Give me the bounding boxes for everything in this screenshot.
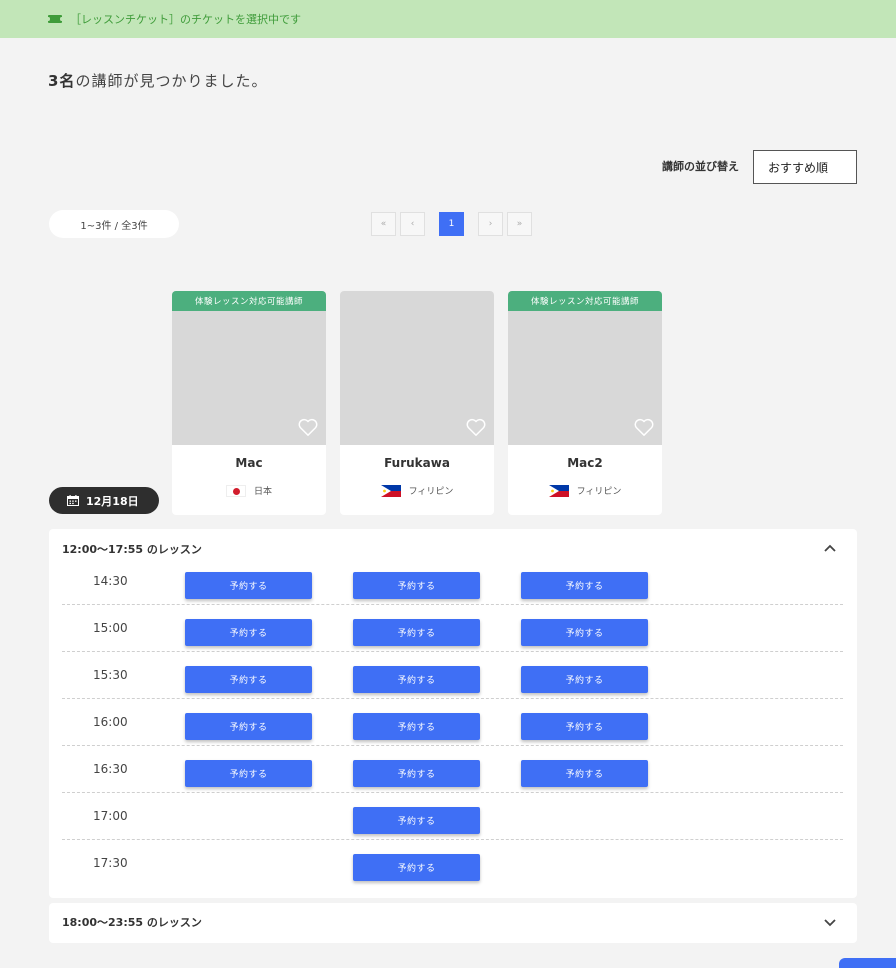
panel-title[interactable]: 18:00～23:55 のレッスン [62, 914, 202, 930]
result-count: 3名 [48, 72, 76, 90]
heart-icon[interactable] [633, 417, 655, 437]
sort-select[interactable]: おすすめ順 [753, 150, 857, 184]
heart-icon[interactable] [465, 417, 487, 437]
sort-label: 講師の並び替え [662, 160, 739, 173]
panel-title[interactable]: 12:00～17:55 のレッスン [62, 541, 202, 557]
slot-time: 17:30 [93, 856, 128, 870]
time-slot-row: 15:30 予約する 予約する 予約する [62, 652, 843, 699]
teacher-card-mac[interactable]: 体験レッスン対応可能講師 Mac 日本 [172, 291, 326, 515]
book-button[interactable]: 予約する [353, 666, 480, 693]
slot-time: 16:30 [93, 762, 128, 776]
country-label: フィリピン [408, 487, 454, 497]
result-suffix: の講師が見つかりました。 [75, 72, 268, 90]
book-button[interactable]: 予約する [521, 619, 648, 646]
book-button[interactable]: 予約する [185, 713, 312, 740]
lesson-panel-evening[interactable]: 18:00～23:55 のレッスン [49, 903, 857, 943]
teacher-name: Furukawa [384, 456, 450, 470]
country-label: 日本 [253, 487, 272, 497]
floating-action-button[interactable] [839, 958, 896, 968]
slot-time: 16:00 [93, 715, 128, 729]
philippines-flag-icon [380, 484, 401, 497]
book-button[interactable]: 予約する [185, 572, 312, 599]
chevron-up-icon[interactable] [823, 543, 837, 553]
book-button[interactable]: 予約する [353, 760, 480, 787]
book-button[interactable]: 予約する [353, 713, 480, 740]
philippines-flag-icon [548, 484, 569, 497]
book-button[interactable]: 予約する [521, 760, 648, 787]
trial-badge: 体験レッスン対応可能講師 [508, 291, 662, 311]
slot-time: 17:00 [93, 809, 128, 823]
teacher-card-mac2[interactable]: 体験レッスン対応可能講師 Mac2 フィリピン [508, 291, 662, 515]
book-button[interactable]: 予約する [521, 666, 648, 693]
book-button[interactable]: 予約する [353, 572, 480, 599]
time-slot-row: 15:00 予約する 予約する 予約する [62, 605, 843, 652]
result-title: 3名の講師が見つかりました。 [48, 70, 267, 91]
date-label: 12月18日 [86, 494, 139, 508]
book-button[interactable]: 予約する [353, 619, 480, 646]
result-summary: 1~3件 / 全3件 [49, 210, 179, 238]
teacher-card-furukawa[interactable]: Furukawa フィリピン [340, 291, 494, 515]
next-page-button[interactable]: › [478, 212, 503, 236]
time-slot-row: 17:00 予約する [62, 793, 843, 840]
japan-flag-icon [225, 484, 246, 497]
book-button[interactable]: 予約する [521, 713, 648, 740]
trial-badge: 体験レッスン対応可能講師 [172, 291, 326, 311]
last-page-button[interactable]: » [507, 212, 532, 236]
book-button[interactable]: 予約する [185, 760, 312, 787]
book-button[interactable]: 予約する [185, 666, 312, 693]
slot-time: 15:00 [93, 621, 128, 635]
ticket-banner: ［レッスンチケット］のチケットを選択中です [0, 0, 896, 38]
teacher-name: Mac2 [567, 456, 603, 470]
slot-time: 14:30 [93, 574, 128, 588]
book-button[interactable]: 予約する [353, 854, 480, 881]
prev-page-button[interactable]: ‹ [400, 212, 425, 236]
lesson-panel-afternoon: 12:00～17:55 のレッスン 14:30 予約する 予約する 予約する 1… [49, 529, 857, 898]
time-slot-row: 16:00 予約する 予約する 予約する [62, 699, 843, 746]
first-page-button[interactable]: « [371, 212, 396, 236]
book-button[interactable]: 予約する [185, 619, 312, 646]
book-button[interactable]: 予約する [521, 572, 648, 599]
teacher-country: 日本 [172, 484, 326, 497]
slot-time: 15:30 [93, 668, 128, 682]
chevron-down-icon[interactable] [823, 918, 837, 928]
time-slot-row: 14:30 予約する 予約する 予約する [62, 558, 843, 605]
time-slot-row: 17:30 予約する [62, 840, 843, 887]
ticket-icon [47, 15, 63, 23]
teacher-country: フィリピン [340, 484, 494, 497]
time-slot-row: 16:30 予約する 予約する 予約する [62, 746, 843, 793]
calendar-icon [67, 495, 79, 506]
pagination: « ‹ 1 › » [371, 212, 536, 236]
teacher-country: フィリピン [508, 484, 662, 497]
teacher-name: Mac [235, 456, 263, 470]
date-chip: 12月18日 [49, 487, 159, 514]
ticket-banner-text: ［レッスンチケット］のチケットを選択中です [70, 13, 301, 26]
book-button[interactable]: 予約する [353, 807, 480, 834]
page-1-button[interactable]: 1 [439, 212, 464, 236]
heart-icon[interactable] [297, 417, 319, 437]
country-label: フィリピン [576, 487, 622, 497]
